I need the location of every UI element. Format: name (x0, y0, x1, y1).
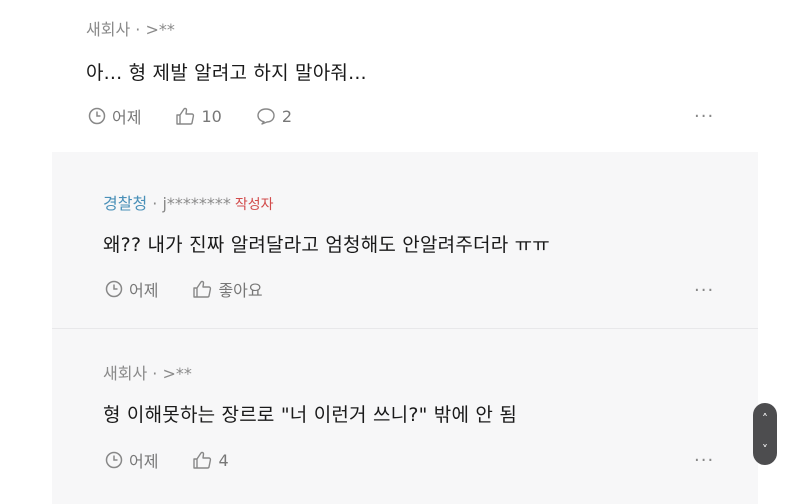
comment-text: 왜?? 내가 진짜 알려달라고 엄청해도 안알려주더라 ㅠㅠ (103, 234, 550, 256)
thumbs-up-icon (193, 280, 212, 298)
time-label: 어제 (88, 104, 141, 128)
scroll-down-icon[interactable]: ˅ (762, 444, 768, 456)
comment-meta: 경찰청 · j******** 작성자 (103, 190, 274, 214)
comment-meta: 새회사 · >** (86, 16, 175, 40)
comment-actions: 어제 4 (105, 448, 263, 472)
speech-bubble-icon (257, 108, 275, 125)
like-button[interactable]: 10 (175, 106, 222, 126)
comment-text: 형 이해못하는 장르로 "너 이런거 쓰니?" 밖에 안 됨 (103, 404, 518, 426)
time-text: 어제 (129, 452, 159, 471)
clock-icon (105, 280, 123, 298)
scroll-control[interactable]: ˄ ˅ (753, 403, 777, 465)
time-label: 어제 (105, 277, 158, 301)
thumbs-up-icon (176, 107, 195, 125)
comment-text: 아... 형 제발 알려고 하지 말아줘... (86, 62, 367, 84)
comment-author[interactable]: 경찰청 (103, 194, 147, 213)
comment-actions: 어제 좋아요 (105, 277, 297, 301)
comment-author[interactable]: 새회사 (103, 364, 147, 383)
reply-count: 2 (281, 106, 292, 126)
reply-item: 새회사 · >** 형 이해못하는 장르로 "너 이런거 쓰니?" 밖에 안 됨… (0, 328, 800, 504)
like-count: 10 (201, 106, 222, 126)
time-label: 어제 (105, 448, 158, 472)
scroll-up-icon[interactable]: ˄ (762, 413, 768, 425)
comment-meta: 새회사 · >** (103, 360, 192, 384)
meta-separator: · (147, 364, 163, 383)
thumbs-up-icon (193, 451, 212, 469)
more-options-button[interactable]: ··· (694, 280, 714, 301)
comment-author[interactable]: 새회사 (86, 20, 130, 39)
author-badge: 작성자 (234, 197, 274, 213)
comment-actions: 어제 10 2 (88, 104, 326, 128)
like-button[interactable]: 4 (192, 450, 229, 470)
clock-icon (88, 107, 106, 125)
clock-icon (105, 451, 123, 469)
time-text: 어제 (112, 108, 142, 127)
time-text: 어제 (129, 281, 159, 300)
like-label: 좋아요 (218, 281, 263, 300)
comment-handle: j******** (162, 194, 231, 213)
reply-button[interactable]: 2 (256, 107, 292, 126)
like-count: 4 (218, 450, 229, 470)
meta-separator: · (147, 194, 163, 213)
meta-separator: · (130, 20, 146, 39)
comment-handle: >** (145, 20, 175, 39)
like-button[interactable]: 좋아요 (192, 277, 263, 301)
comment-item: 새회사 · >** 아... 형 제발 알려고 하지 말아줘... 어제 10 … (0, 0, 800, 152)
reply-item: 경찰청 · j******** 작성자 왜?? 내가 진짜 알려달라고 엄청해도 … (0, 152, 800, 328)
more-options-button[interactable]: ··· (694, 106, 714, 127)
more-options-button[interactable]: ··· (694, 450, 714, 471)
comment-handle: >** (162, 364, 192, 383)
